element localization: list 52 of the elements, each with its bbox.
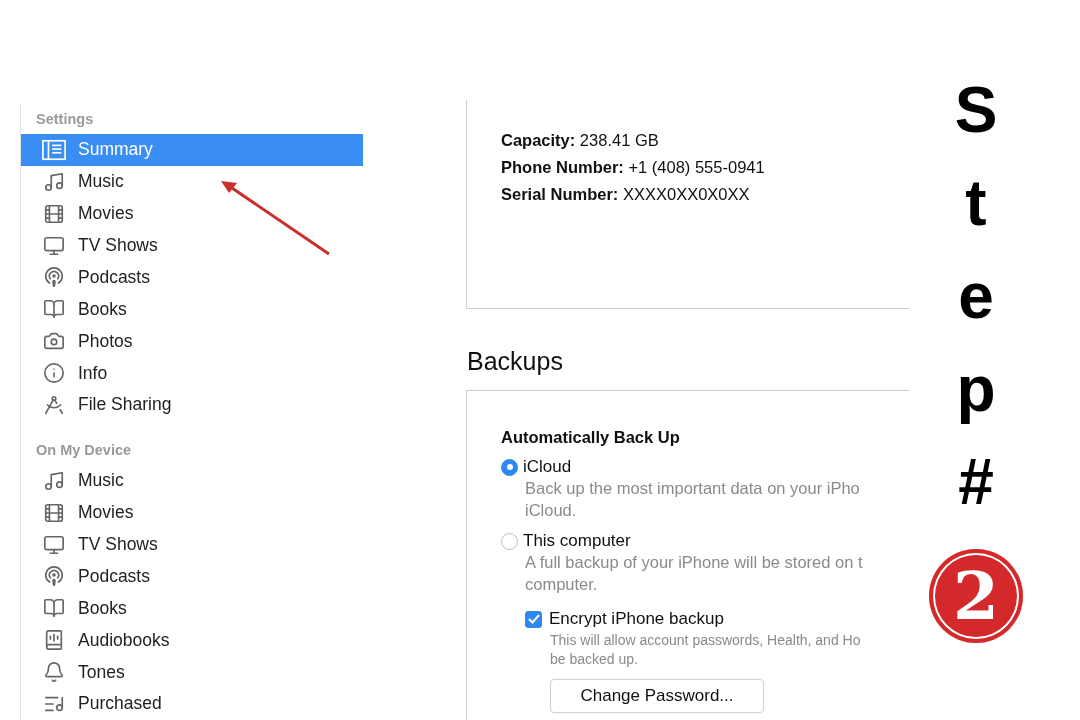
- option-description: iCloud.: [524, 500, 578, 521]
- sidebar-item[interactable]: TV Shows: [21, 528, 363, 561]
- option-description: computer.: [524, 574, 599, 595]
- sidebar-item[interactable]: Audiobooks: [21, 624, 363, 657]
- device-info-text: Capacity: 238.41 GB: [501, 130, 660, 151]
- option-description: Back up the most important data on your iPho: [524, 478, 861, 499]
- info-icon: [42, 362, 66, 385]
- sidebar-item[interactable]: Tones: [21, 656, 363, 688]
- monitor-icon: [42, 533, 66, 556]
- option-description: A full backup of your iPhone will be stored on t: [524, 552, 864, 573]
- checkbox-description: be backed up.: [549, 650, 639, 669]
- sidebar-item[interactable]: File Sharing: [21, 389, 363, 421]
- change-password-button[interactable]: Change Password...: [550, 679, 764, 713]
- device-info-text: Serial Number: XXXX0XX0X0XX: [501, 184, 751, 205]
- sidebar-item[interactable]: Podcasts: [21, 560, 363, 593]
- checkbox-label[interactable]: Encrypt iPhone backup: [549, 609, 724, 629]
- podcast-icon: [42, 266, 66, 289]
- book-icon: [42, 298, 66, 321]
- section-heading: Backups: [467, 346, 564, 377]
- sidebar-item[interactable]: Books: [21, 592, 363, 625]
- bell-icon: [42, 661, 66, 684]
- section-title: Settings: [35, 110, 95, 129]
- monitor-icon: [42, 234, 66, 257]
- step-title: Step#: [953, 73, 999, 520]
- radio-button[interactable]: [501, 532, 518, 550]
- checkbox[interactable]: [525, 610, 542, 628]
- step-number-badge: 2: [929, 549, 1023, 643]
- film-icon: [42, 202, 66, 225]
- checkbox-description: This will allow account passwords, Health, and Ho: [549, 631, 862, 650]
- sidebar-item[interactable]: Podcasts: [21, 261, 363, 294]
- section-title: On My Device: [35, 440, 133, 460]
- music-note-icon: [42, 170, 66, 193]
- radio-button[interactable]: [501, 458, 518, 476]
- sidebar-item[interactable]: Info: [21, 357, 363, 389]
- sidebar-item[interactable]: Music: [21, 464, 363, 497]
- option-label[interactable]: This computer: [523, 531, 631, 551]
- sidebar-item[interactable]: Purchased: [21, 688, 363, 720]
- sidebar-item[interactable]: Movies: [21, 197, 363, 230]
- podcast-icon: [42, 565, 66, 588]
- book-icon: [42, 597, 66, 620]
- film-icon: [42, 501, 66, 524]
- option-label[interactable]: iCloud: [523, 457, 572, 477]
- sidebar-item[interactable]: TV Shows: [21, 229, 363, 262]
- sidebar-item[interactable]: Music: [21, 165, 363, 198]
- compass-icon: [42, 393, 66, 416]
- device-info-text: Phone Number: +1 (408) 555-0941: [501, 157, 766, 178]
- group-title: Automatically Back Up: [501, 428, 681, 447]
- music-note-icon: [42, 469, 66, 492]
- sidebar-item[interactable]: Photos: [21, 325, 363, 358]
- sidebar-item[interactable]: Movies: [21, 496, 363, 529]
- sidebar-item[interactable]: Books: [21, 293, 363, 326]
- summary-icon: [42, 138, 66, 161]
